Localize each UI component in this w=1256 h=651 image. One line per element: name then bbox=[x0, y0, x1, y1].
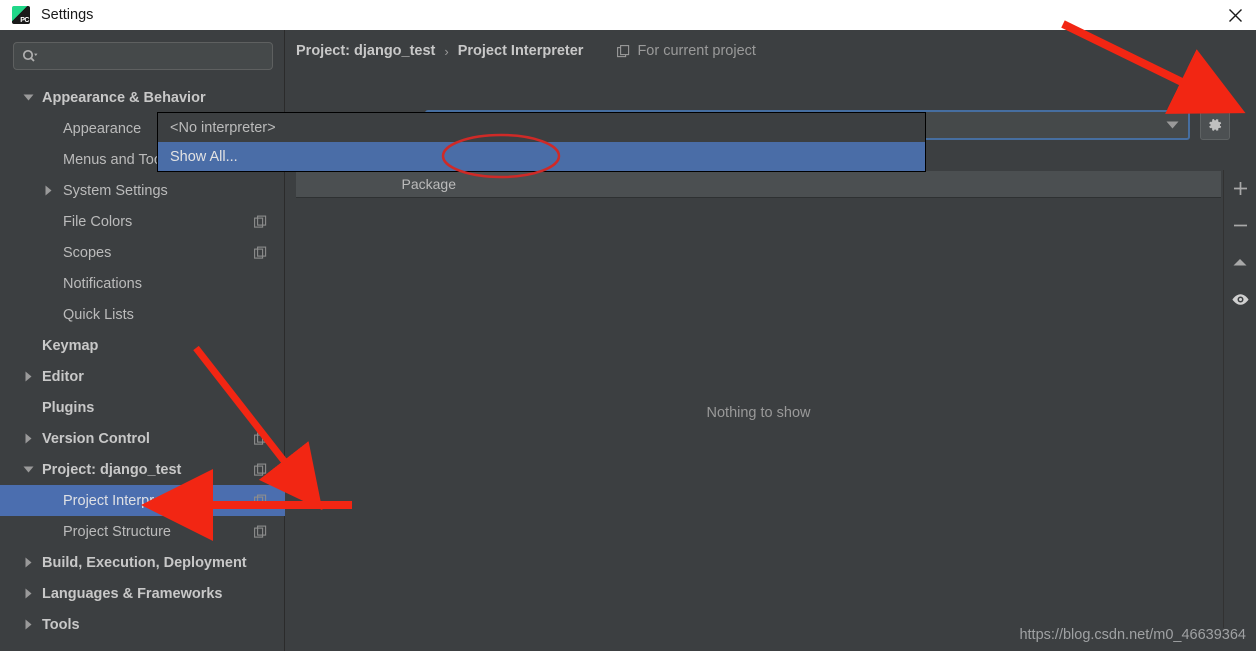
sidebar-item-system-settings[interactable]: System Settings bbox=[0, 175, 285, 206]
sidebar-item-label: Plugins bbox=[42, 399, 95, 416]
sidebar-item-file-colors[interactable]: File Colors bbox=[0, 206, 285, 237]
chevron-right-icon[interactable] bbox=[22, 433, 34, 445]
sidebar-item-label: System Settings bbox=[63, 182, 168, 199]
window-title: Settings bbox=[41, 7, 94, 23]
sidebar-item-label: Tools bbox=[42, 616, 80, 633]
sidebar-item-build-execution-deployment[interactable]: Build, Execution, Deployment bbox=[0, 547, 285, 578]
sidebar-item-plugins[interactable]: Plugins bbox=[0, 392, 285, 423]
sidebar-item-project-structure[interactable]: Project Structure bbox=[0, 516, 285, 547]
scope-note: For current project bbox=[617, 43, 756, 59]
search-box[interactable] bbox=[13, 42, 273, 70]
copy-icon bbox=[254, 525, 267, 538]
eye-icon bbox=[1231, 293, 1249, 305]
sidebar-item-scopes[interactable]: Scopes bbox=[0, 237, 285, 268]
copy-icon bbox=[254, 463, 267, 476]
copy-icon bbox=[254, 432, 267, 445]
search-input[interactable] bbox=[42, 44, 272, 68]
upgrade-package-button[interactable] bbox=[1228, 252, 1252, 272]
copy-icon bbox=[617, 44, 630, 57]
packages-toolbar bbox=[1223, 170, 1256, 628]
plus-icon bbox=[1233, 181, 1247, 195]
sidebar-item-label: Project: django_test bbox=[42, 461, 182, 478]
chevron-right-icon[interactable] bbox=[22, 557, 34, 569]
sidebar-item-label: Scopes bbox=[63, 244, 112, 261]
sidebar-item-label: Appearance & Behavior bbox=[42, 89, 206, 106]
chevron-right-icon[interactable] bbox=[22, 619, 34, 631]
breadcrumb-separator: › bbox=[444, 43, 449, 59]
packages-table-body: Nothing to show bbox=[296, 198, 1221, 628]
sidebar-item-label: Editor bbox=[42, 368, 84, 385]
copy-icon bbox=[254, 246, 267, 259]
gear-icon bbox=[1209, 118, 1222, 131]
chevron-down-icon[interactable] bbox=[22, 464, 34, 476]
show-early-releases-button[interactable] bbox=[1228, 289, 1252, 309]
uninstall-package-button[interactable] bbox=[1228, 215, 1252, 235]
column-header-package[interactable]: Package bbox=[296, 176, 456, 192]
sidebar-item-version-control[interactable]: Version Control bbox=[0, 423, 285, 454]
chevron-right-icon[interactable] bbox=[22, 371, 34, 383]
sidebar-item-label: Project Structure bbox=[63, 523, 171, 540]
sidebar-item-label: Project Interpreter bbox=[63, 492, 180, 509]
breadcrumb-project[interactable]: Project: django_test bbox=[296, 43, 435, 59]
packages-table-header: Package bbox=[296, 171, 1221, 198]
sidebar-item-label: Notifications bbox=[63, 275, 142, 292]
sidebar-item-editor[interactable]: Editor bbox=[0, 361, 285, 392]
install-package-button[interactable] bbox=[1228, 178, 1252, 198]
sidebar-item-notifications[interactable]: Notifications bbox=[0, 268, 285, 299]
minus-icon bbox=[1233, 224, 1247, 226]
chevron-right-icon[interactable] bbox=[42, 185, 54, 197]
copy-icon bbox=[254, 215, 267, 228]
sidebar-item-label: Version Control bbox=[42, 430, 150, 447]
sidebar-item-label: Keymap bbox=[42, 337, 99, 354]
copy-icon bbox=[254, 494, 267, 507]
dropdown-option-show-all[interactable]: Show All... bbox=[158, 142, 925, 171]
sidebar-item-label: Languages & Frameworks bbox=[42, 585, 223, 602]
chevron-right-icon[interactable] bbox=[22, 588, 34, 600]
sidebar-item-tools[interactable]: Tools bbox=[0, 609, 285, 640]
pycharm-logo-icon bbox=[12, 6, 30, 24]
sidebar-item-languages-frameworks[interactable]: Languages & Frameworks bbox=[0, 578, 285, 609]
sidebar-item-keymap[interactable]: Keymap bbox=[0, 330, 285, 361]
sidebar-item-label: Quick Lists bbox=[63, 306, 134, 323]
dropdown-option-no-interpreter[interactable]: <No interpreter> bbox=[158, 113, 925, 142]
watermark: https://blog.csdn.net/m0_46639364 bbox=[1019, 627, 1246, 643]
sidebar-item-label: Appearance bbox=[63, 120, 142, 137]
search-icon bbox=[22, 49, 38, 63]
sidebar-item-quick-lists[interactable]: Quick Lists bbox=[0, 299, 285, 330]
interpreter-dropdown-list[interactable]: <No interpreter> Show All... bbox=[157, 112, 926, 172]
triangle-up-icon bbox=[1233, 258, 1247, 265]
interpreter-settings-button[interactable] bbox=[1200, 110, 1231, 140]
close-icon bbox=[1228, 8, 1242, 22]
chevron-down-icon[interactable] bbox=[1166, 116, 1179, 134]
close-button[interactable] bbox=[1214, 0, 1256, 30]
sidebar-item-project-interpreter[interactable]: Project Interpreter bbox=[0, 485, 285, 516]
scope-note-label: For current project bbox=[637, 43, 756, 59]
sidebar-item-label: Build, Execution, Deployment bbox=[42, 554, 247, 571]
sidebar-item-project-django-test[interactable]: Project: django_test bbox=[0, 454, 285, 485]
sidebar-item-appearance-behavior[interactable]: Appearance & Behavior bbox=[0, 82, 285, 113]
sidebar-item-label: File Colors bbox=[63, 213, 133, 230]
empty-state-message: Nothing to show bbox=[706, 405, 811, 421]
breadcrumb: Project: django_test › Project Interpret… bbox=[296, 43, 756, 59]
chevron-down-icon[interactable] bbox=[22, 92, 34, 104]
window-titlebar: Settings bbox=[0, 0, 1256, 30]
breadcrumb-page: Project Interpreter bbox=[457, 43, 584, 59]
